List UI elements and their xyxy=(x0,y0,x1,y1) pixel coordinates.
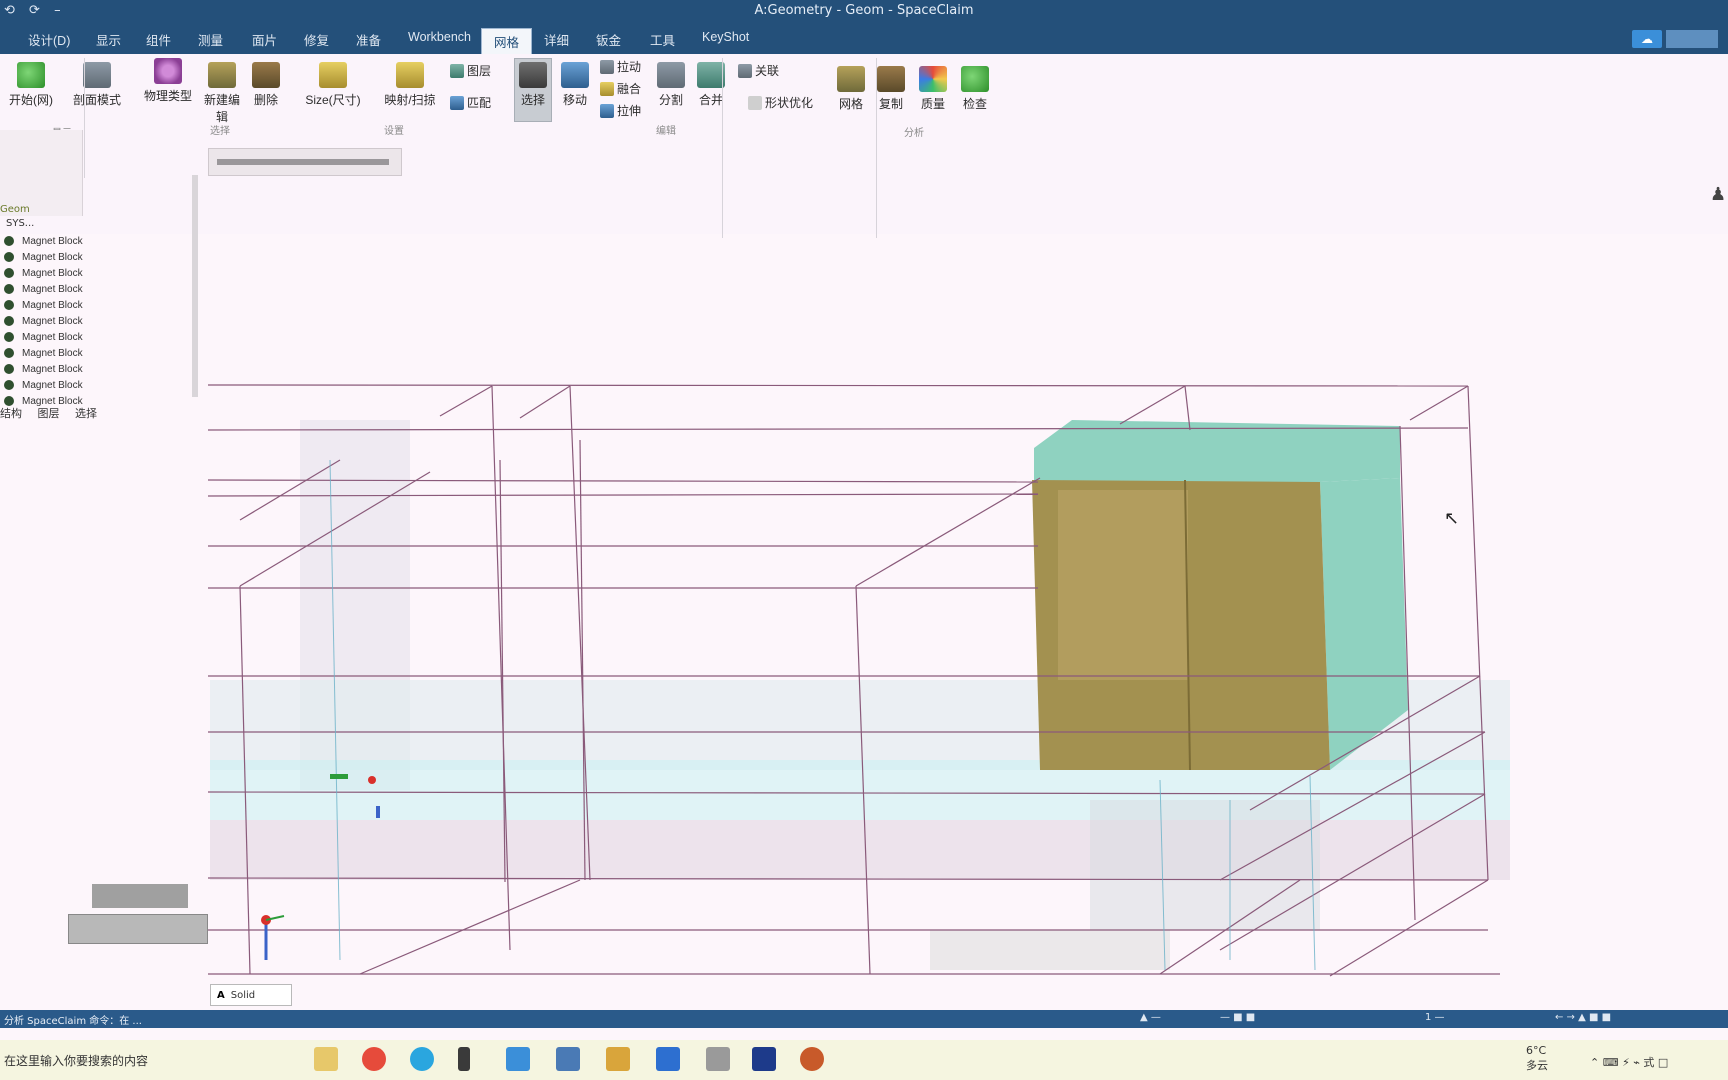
file-explorer-icon[interactable] xyxy=(314,1047,338,1071)
edge-icon[interactable] xyxy=(410,1047,434,1071)
spaceclaim-icon[interactable] xyxy=(752,1047,776,1071)
taskbar-search[interactable]: 在这里输入你要搜索的内容 xyxy=(0,1048,304,1072)
weather-text: 多云 xyxy=(1526,1059,1548,1072)
weather-widget[interactable]: 6°C 多云 xyxy=(1526,1044,1548,1073)
status-message: 分析 SpaceClaim 命令：在 ... xyxy=(4,1016,142,1027)
app-icon[interactable] xyxy=(800,1047,824,1071)
mail-icon[interactable] xyxy=(506,1047,530,1071)
axis-triad-icon xyxy=(261,915,285,960)
app-icon[interactable] xyxy=(656,1047,680,1071)
status-indicator-1[interactable]: ▲ — xyxy=(1140,1012,1161,1023)
app-icon[interactable] xyxy=(556,1047,580,1071)
status-bar xyxy=(0,1010,1728,1028)
temperature: 6°C xyxy=(1526,1044,1547,1057)
app-icon[interactable] xyxy=(458,1047,470,1071)
app-icon[interactable] xyxy=(606,1047,630,1071)
browser-icon[interactable] xyxy=(362,1047,386,1071)
mini-toolbar[interactable]: A Solid xyxy=(210,984,292,1006)
mini-toolbar-label: Solid xyxy=(230,989,256,1001)
axis-marker xyxy=(330,774,348,779)
mouse-cursor-icon: ↖ xyxy=(1444,508,1460,529)
ghost-patch xyxy=(930,930,1170,970)
mini-toolbar-icon: A xyxy=(217,989,225,1001)
magnet-top-face[interactable] xyxy=(1034,420,1400,482)
system-tray[interactable]: ⌃ ⌨ ⚡ ⌁ 式 □ xyxy=(1590,1054,1668,1070)
view-info-panel xyxy=(68,914,208,944)
status-indicator-2[interactable]: — ■ ■ xyxy=(1220,1012,1255,1023)
axis-marker xyxy=(376,806,380,818)
axis-origin-marker xyxy=(368,776,376,784)
ghost-patch xyxy=(1090,800,1320,930)
app-icon[interactable] xyxy=(706,1047,730,1071)
3d-viewport[interactable] xyxy=(0,0,1728,1010)
magnet-highlight xyxy=(1058,490,1188,680)
view-info-badge xyxy=(92,884,188,908)
status-indicator-3[interactable]: 1 — xyxy=(1425,1012,1445,1023)
status-indicator-4[interactable]: ← → ▲ ■ ■ xyxy=(1555,1012,1611,1023)
figure-icon[interactable]: ♟ xyxy=(1710,184,1726,205)
